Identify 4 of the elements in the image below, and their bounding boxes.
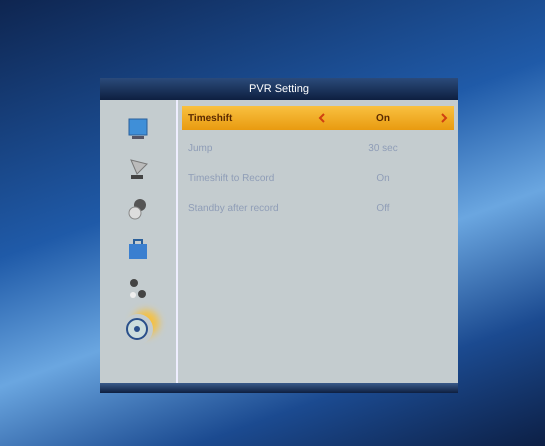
setting-label: Timeshift xyxy=(188,112,234,124)
setting-value: On xyxy=(375,112,391,124)
window-title: PVR Setting xyxy=(100,78,458,100)
setting-row[interactable]: Timeshift On xyxy=(182,106,454,130)
